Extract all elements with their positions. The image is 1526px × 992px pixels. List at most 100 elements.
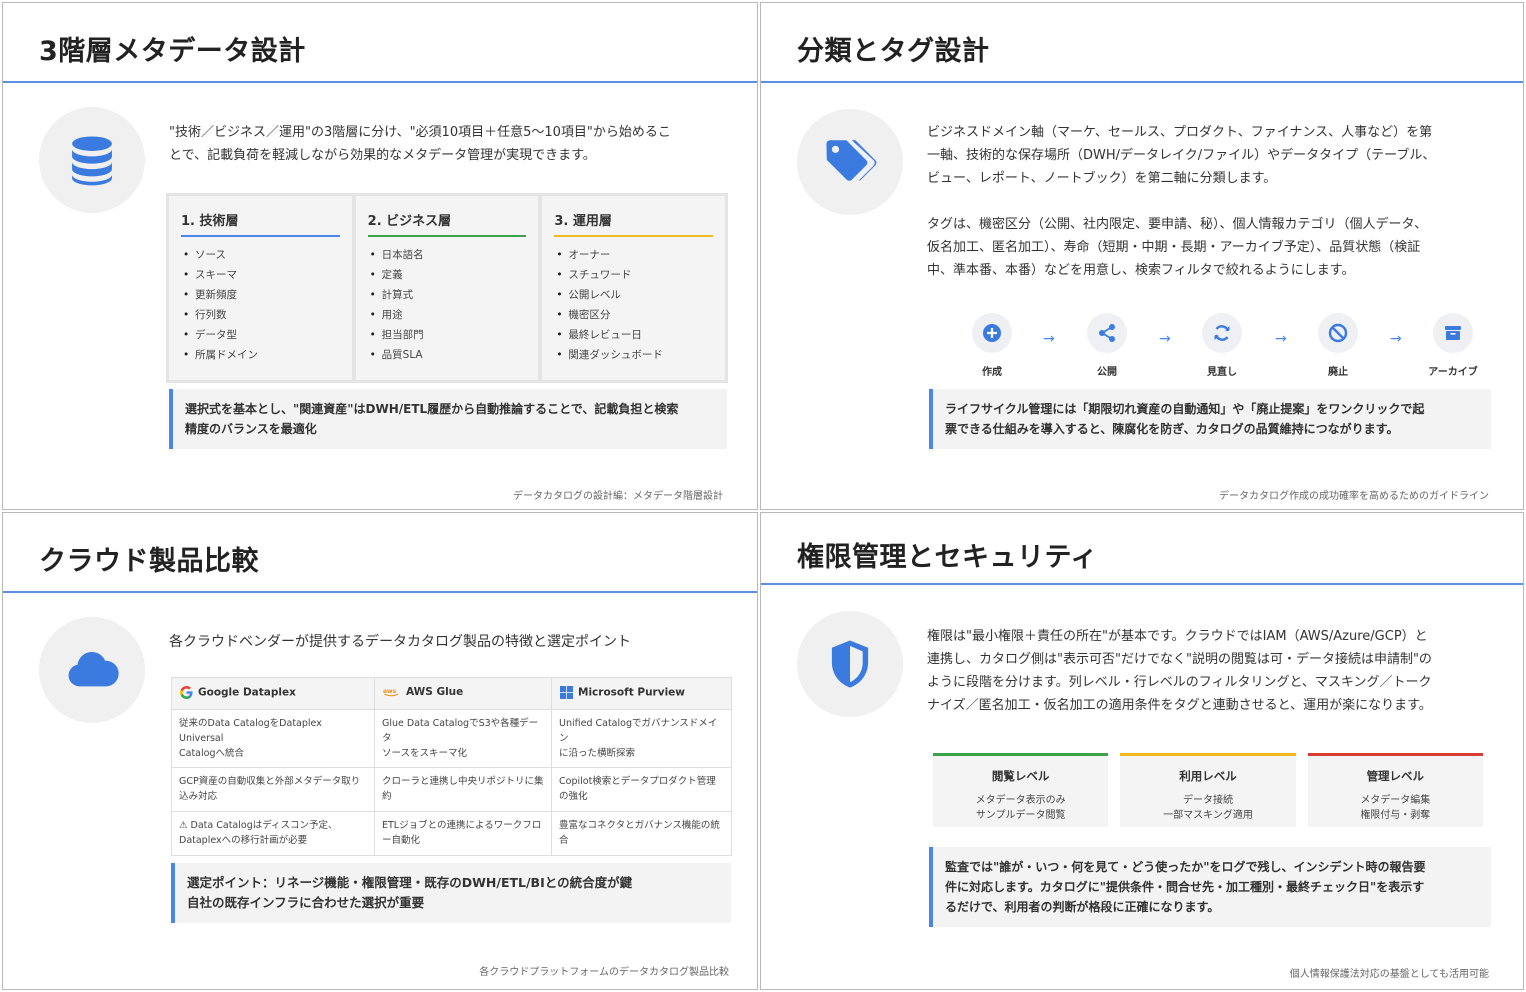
column-header-microsoft: Microsoft Purview — [551, 677, 732, 710]
vendor-comparison-table: Google Dataplex aws AWS Glue Microsoft P… — [171, 677, 732, 856]
level-use: 利用レベル データ接続 一部マスキング適用 — [1120, 753, 1296, 827]
ban-icon — [1318, 313, 1358, 353]
lifecycle-label: 見直し — [1207, 367, 1237, 378]
list-item: データ型 — [181, 325, 340, 345]
slide-classification-tags: 分類とタグ設計 ビジネスドメイン軸（マーケ、セールス、プロダクト、ファイナンス、… — [760, 2, 1524, 510]
table-row: ⚠ Data Catalogはディスコン予定、 Dataplexへの移行計画が必要… — [171, 811, 732, 856]
lead-text: 各クラウドベンダーが提供するデータカタログ製品の特徴と選定ポイント — [169, 634, 631, 650]
column-header-google: Google Dataplex — [171, 677, 375, 710]
refresh-icon — [1202, 313, 1242, 353]
callout-box: 選定ポイント：リネージ機能・権限管理・既存のDWH/ETL/BIとの統合度が鍵 … — [171, 863, 731, 923]
lifecycle-step-publish: 公開 — [1072, 313, 1142, 378]
card-heading: 3. 運用層 — [554, 210, 714, 237]
list-item: 更新頻度 — [181, 285, 340, 305]
list-item: スチュワード — [554, 265, 713, 285]
svg-text:aws: aws — [383, 688, 397, 695]
level-heading: 利用レベル — [1179, 769, 1237, 783]
lifecycle-step-create: 作成 — [957, 313, 1027, 378]
list-item: 所属ドメイン — [181, 345, 340, 365]
table-cell: 豊富なコネクタとガバナンス機能の統合 — [551, 811, 732, 856]
slide-cloud-comparison: クラウド製品比較 各クラウドベンダーが提供するデータカタログ製品の特徴と選定ポイ… — [2, 512, 758, 990]
slide-footer: データカタログ作成の成功確率を高めるためのガイドライン — [1219, 491, 1489, 502]
lifecycle-step-archive: アーカイブ — [1418, 313, 1488, 378]
arrow-right-icon: → — [1159, 331, 1171, 347]
level-heading: 管理レベル — [1366, 769, 1425, 783]
lead-text: "技術／ビジネス／運用"の3階層に分け、"必須10項目＋任意5〜10項目"から始… — [169, 125, 671, 163]
lifecycle-label: 廃止 — [1328, 367, 1348, 378]
slide-metadata-design: 3階層メタデータ設計 "技術／ビジネス／運用"の3階層に分け、"必須10項目＋任… — [2, 2, 758, 510]
slide-title: 権限管理とセキュリティ — [797, 542, 1098, 573]
tag-text: タグは、機密区分（公開、社内限定、要申請、秘）、個人情報カテゴリ（個人データ、 … — [927, 217, 1428, 278]
list-item: 最終レビュー日 — [554, 325, 713, 345]
column-header-aws: aws AWS Glue — [374, 677, 552, 710]
list-item: 定義 — [368, 265, 527, 285]
list-item: 品質SLA — [368, 345, 527, 365]
list-item: 計算式 — [368, 285, 527, 305]
list-item: 公開レベル — [554, 285, 713, 305]
table-cell: Copilot検索とデータプロダクト管理 の強化 — [551, 767, 732, 812]
card-technical-layer: 1. 技術層 ソース スキーマ 更新頻度 行列数 データ型 所属ドメイン — [169, 196, 352, 380]
vendor-name: AWS Glue — [406, 686, 464, 698]
lifecycle-label: アーカイブ — [1428, 367, 1478, 378]
shield-icon — [797, 611, 903, 717]
table-row: 従来のData CatalogをDataplex Universal Catalo… — [171, 709, 732, 768]
table-cell: Unified Catalogでガバナンスドメイン に沿った横断探索 — [551, 709, 732, 768]
title-divider — [3, 81, 757, 83]
table-cell: ETLジョブとの連携によるワークフロ ー自動化 — [374, 811, 552, 856]
card-heading: 2. ビジネス層 — [367, 210, 527, 237]
table-cell: クローラと連携し中央リポジトリに集約 — [374, 767, 552, 812]
title-divider — [761, 583, 1523, 585]
lifecycle-step-review: 見直し — [1187, 313, 1257, 378]
slide-title: 3階層メタデータ設計 — [39, 36, 306, 67]
slide-footer: 個人情報保護法対応の基盤としても活用可能 — [1289, 969, 1489, 980]
title-divider — [761, 81, 1523, 83]
lifecycle-step-deprecate: 廃止 — [1303, 313, 1373, 378]
arrow-right-icon: → — [1275, 331, 1287, 347]
microsoft-logo-icon — [560, 686, 573, 699]
metadata-layer-cards: 1. 技術層 ソース スキーマ 更新頻度 行列数 データ型 所属ドメイン 2. … — [166, 193, 728, 383]
vendor-name: Google Dataplex — [198, 686, 296, 699]
list-item: 機密区分 — [554, 305, 713, 325]
slide-footer: 各クラウドプラットフォームのデータカタログ製品比較 — [479, 967, 729, 978]
database-icon — [39, 107, 145, 213]
share-icon — [1087, 313, 1127, 353]
table-cell: Glue Data CatalogでS3や各種データ ソースをスキーマ化 — [374, 709, 552, 768]
table-cell: ⚠ Data Catalogはディスコン予定、 Dataplexへの移行計画が必要 — [171, 811, 375, 856]
slide-footer: データカタログの設計編：メタデータ階層設計 — [513, 491, 723, 502]
slide-title: クラウド製品比較 — [39, 546, 259, 577]
lifecycle-flow: 作成 → 公開 → 見直し → 廃止 → アーカイブ — [957, 313, 1478, 383]
permission-levels: 閲覧レベル メタデータ表示のみ サンプルデータ閲覧 利用レベル データ接続 一部… — [933, 753, 1483, 827]
tags-icon — [797, 109, 903, 215]
list-item: 関連ダッシュボード — [554, 345, 713, 365]
cloud-icon — [39, 617, 145, 723]
aws-logo-icon: aws — [383, 688, 399, 697]
callout-box: 選択式を基本とし、"関連資産"はDWH/ETL履歴から自動推論することで、記載負… — [169, 389, 727, 449]
level-admin: 管理レベル メタデータ編集 権限付与・剥奪 — [1307, 753, 1483, 827]
classification-text: ビジネスドメイン軸（マーケ、セールス、プロダクト、ファイナンス、人事など）を第 … — [927, 125, 1436, 186]
title-divider — [3, 591, 757, 593]
callout-box: 監査では"誰が・いつ・何を見て・どう使ったか"をログで残し、インシデント時の報告… — [929, 847, 1491, 927]
lifecycle-label: 作成 — [982, 367, 1002, 378]
slide-access-security: 権限管理とセキュリティ 権限は"最小権限＋責任の所在"が基本です。クラウドではI… — [760, 512, 1524, 990]
archive-icon — [1433, 313, 1473, 353]
google-logo-icon — [180, 686, 193, 699]
table-cell: 従来のData CatalogをDataplex Universal Catalo… — [171, 709, 375, 768]
level-view: 閲覧レベル メタデータ表示のみ サンプルデータ閲覧 — [933, 753, 1109, 827]
card-heading: 1. 技術層 — [181, 210, 340, 237]
lifecycle-label: 公開 — [1097, 367, 1117, 378]
plus-circle-icon — [972, 313, 1012, 353]
list-item: オーナー — [554, 245, 713, 265]
list-item: 行列数 — [181, 305, 340, 325]
list-item: ソース — [181, 245, 340, 265]
card-business-layer: 2. ビジネス層 日本語名 定義 計算式 用途 担当部門 品質SLA — [355, 196, 539, 380]
table-row: GCP資産の自動収集と外部メタデータ取り 込み対応 クローラと連携し中央リポジトリ… — [171, 767, 732, 812]
card-operations-layer: 3. 運用層 オーナー スチュワード 公開レベル 機密区分 最終レビュー日 関連… — [542, 196, 726, 380]
vendor-name: Microsoft Purview — [578, 686, 685, 699]
callout-box: ライフサイクル管理には「期限切れ資産の自動通知」や「廃止提案」をワンクリックで起… — [929, 389, 1491, 449]
list-item: 担当部門 — [368, 325, 527, 345]
table-cell: GCP資産の自動収集と外部メタデータ取り 込み対応 — [171, 767, 375, 812]
slide-title: 分類とタグ設計 — [797, 36, 990, 67]
arrow-right-icon: → — [1390, 331, 1402, 347]
arrow-right-icon: → — [1043, 331, 1055, 347]
lead-text: 権限は"最小権限＋責任の所在"が基本です。クラウドではIAM（AWS/Azure… — [927, 629, 1432, 713]
